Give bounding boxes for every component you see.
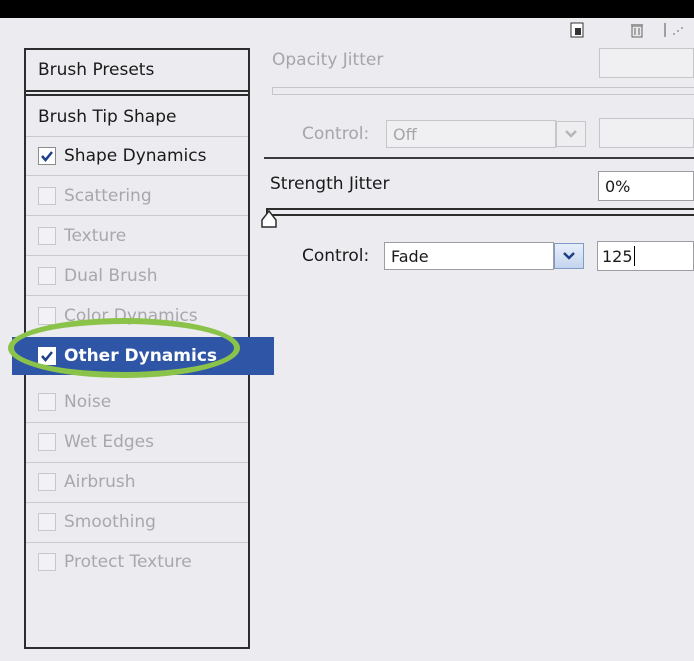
opacity-control-dropdown[interactable] xyxy=(556,121,586,147)
divider xyxy=(26,295,248,296)
opacity-jitter-input[interactable] xyxy=(599,48,694,78)
strength-jitter-input[interactable]: 0% xyxy=(598,171,694,201)
checkbox-unchecked[interactable] xyxy=(38,187,56,205)
strength-control-dropdown[interactable] xyxy=(554,243,584,269)
option-label: Noise xyxy=(64,392,112,412)
header-separator xyxy=(26,92,248,96)
trash-icon[interactable] xyxy=(630,22,644,38)
option-label: Color Dynamics xyxy=(64,306,198,326)
opacity-control-label: Control: xyxy=(302,124,370,144)
chevron-down-icon xyxy=(565,130,577,138)
divider xyxy=(26,215,248,216)
panel-grip-icon xyxy=(664,22,694,38)
brush-options-list: Brush Presets Brush Tip Shape Shape Dyna… xyxy=(12,48,274,649)
option-protect-texture[interactable]: Protect Texture xyxy=(26,543,248,581)
brush-presets-item[interactable]: Brush Presets xyxy=(26,50,248,92)
section-divider xyxy=(264,157,694,159)
option-color-dynamics[interactable]: Color Dynamics xyxy=(26,297,248,335)
option-label: Wet Edges xyxy=(64,432,154,452)
checkbox-unchecked[interactable] xyxy=(38,307,56,325)
checkbox-unchecked[interactable] xyxy=(38,433,56,451)
option-noise[interactable]: Noise xyxy=(26,383,248,421)
option-label: Shape Dynamics xyxy=(64,146,207,166)
chevron-down-icon xyxy=(563,252,575,260)
text-cursor xyxy=(633,246,635,266)
opacity-control-value: Off xyxy=(393,124,417,144)
strength-jitter-value: 0% xyxy=(605,176,631,196)
checkbox-unchecked[interactable] xyxy=(38,393,56,411)
strength-control-value: Fade xyxy=(391,246,429,266)
option-smoothing[interactable]: Smoothing xyxy=(26,503,248,541)
option-label: Smoothing xyxy=(64,512,156,532)
strength-control-select[interactable]: Fade xyxy=(384,242,554,270)
checkbox-unchecked[interactable] xyxy=(38,227,56,245)
brush-tip-shape-label: Brush Tip Shape xyxy=(38,107,177,127)
checkbox-unchecked[interactable] xyxy=(38,473,56,491)
option-wet-edges[interactable]: Wet Edges xyxy=(26,423,248,461)
option-label: Protect Texture xyxy=(64,552,192,572)
checkbox-unchecked[interactable] xyxy=(38,553,56,571)
strength-jitter-slider[interactable] xyxy=(266,208,694,216)
slider-handle-icon[interactable] xyxy=(261,210,277,228)
brush-presets-label: Brush Presets xyxy=(38,60,155,80)
checkbox-checked[interactable] xyxy=(38,147,56,165)
strength-jitter-label: Strength Jitter xyxy=(270,174,390,194)
opacity-jitter-label: Opacity Jitter xyxy=(272,50,384,70)
checkbox-unchecked[interactable] xyxy=(38,267,56,285)
opacity-jitter-slider[interactable] xyxy=(272,87,694,95)
option-label: Airbrush xyxy=(64,472,136,492)
opacity-control-steps[interactable] xyxy=(599,118,694,148)
option-label: Other Dynamics xyxy=(64,346,218,366)
option-scattering[interactable]: Scattering xyxy=(26,177,248,215)
option-airbrush[interactable]: Airbrush xyxy=(26,463,248,501)
opacity-control-select[interactable]: Off xyxy=(386,120,556,148)
fade-steps-value: 125 xyxy=(602,246,633,266)
option-label: Texture xyxy=(64,226,127,246)
option-label: Dual Brush xyxy=(64,266,158,286)
fade-steps-input[interactable]: 125 xyxy=(597,241,694,271)
brush-tip-shape-item[interactable]: Brush Tip Shape xyxy=(26,98,248,136)
divider xyxy=(26,175,248,176)
checkbox-unchecked[interactable] xyxy=(38,513,56,531)
window-top-bar xyxy=(0,0,694,18)
option-shape-dynamics[interactable]: Shape Dynamics xyxy=(26,137,248,175)
option-other-dynamics[interactable]: Other Dynamics xyxy=(12,337,274,375)
option-texture[interactable]: Texture xyxy=(26,217,248,255)
checkbox-checked[interactable] xyxy=(38,347,56,365)
option-dual-brush[interactable]: Dual Brush xyxy=(26,257,248,295)
divider xyxy=(26,255,248,256)
new-preset-icon[interactable] xyxy=(570,22,584,38)
option-label: Scattering xyxy=(64,186,152,206)
strength-control-label: Control: xyxy=(302,246,370,266)
